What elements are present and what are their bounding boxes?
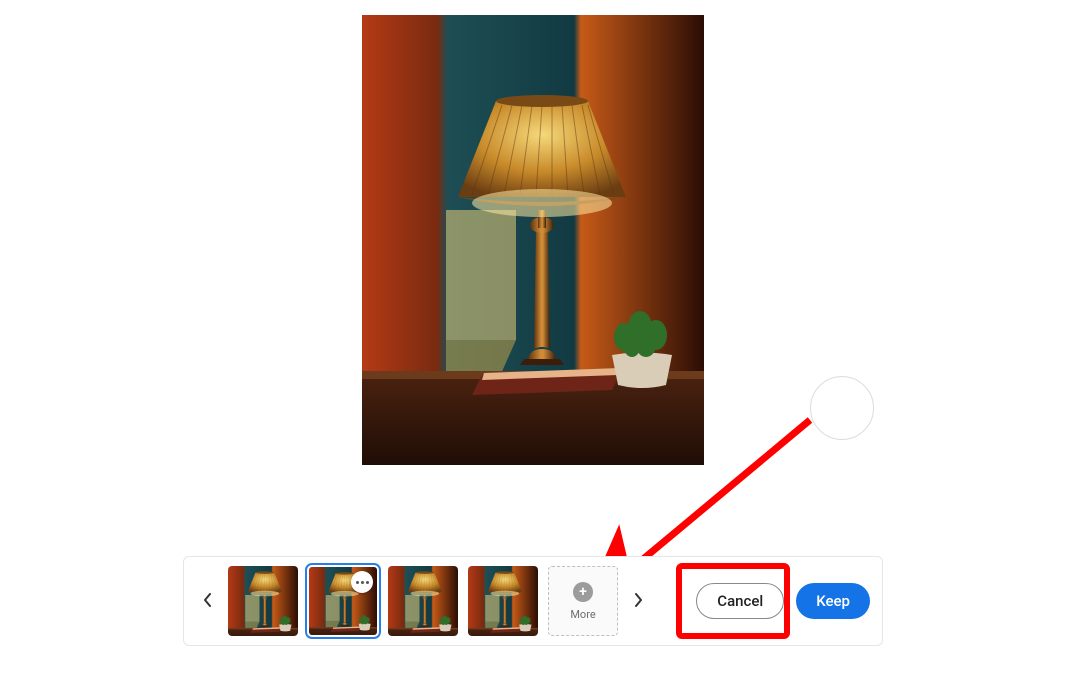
prev-button[interactable] — [194, 587, 222, 615]
variation-thumb-4[interactable] — [468, 566, 538, 636]
chevron-left-icon — [203, 592, 213, 611]
variation-thumb-2[interactable] — [308, 566, 378, 636]
thumb-menu-button[interactable] — [351, 571, 373, 593]
generate-more-button[interactable]: + More — [548, 566, 618, 636]
more-label: More — [570, 608, 595, 621]
variation-thumb-3[interactable] — [388, 566, 458, 636]
variation-bar: + More Cancel Keep — [183, 556, 883, 646]
action-buttons: Cancel Keep — [696, 583, 872, 619]
more-horizontal-icon — [356, 581, 369, 584]
loading-indicator — [810, 376, 874, 440]
chevron-right-icon — [633, 592, 643, 611]
plus-icon: + — [573, 582, 593, 602]
cancel-button[interactable]: Cancel — [696, 583, 784, 619]
variation-thumb-1[interactable] — [228, 566, 298, 636]
preview-image[interactable] — [362, 15, 704, 465]
variation-thumbs: + More — [228, 566, 618, 636]
next-button[interactable] — [624, 587, 652, 615]
keep-button[interactable]: Keep — [796, 583, 870, 619]
